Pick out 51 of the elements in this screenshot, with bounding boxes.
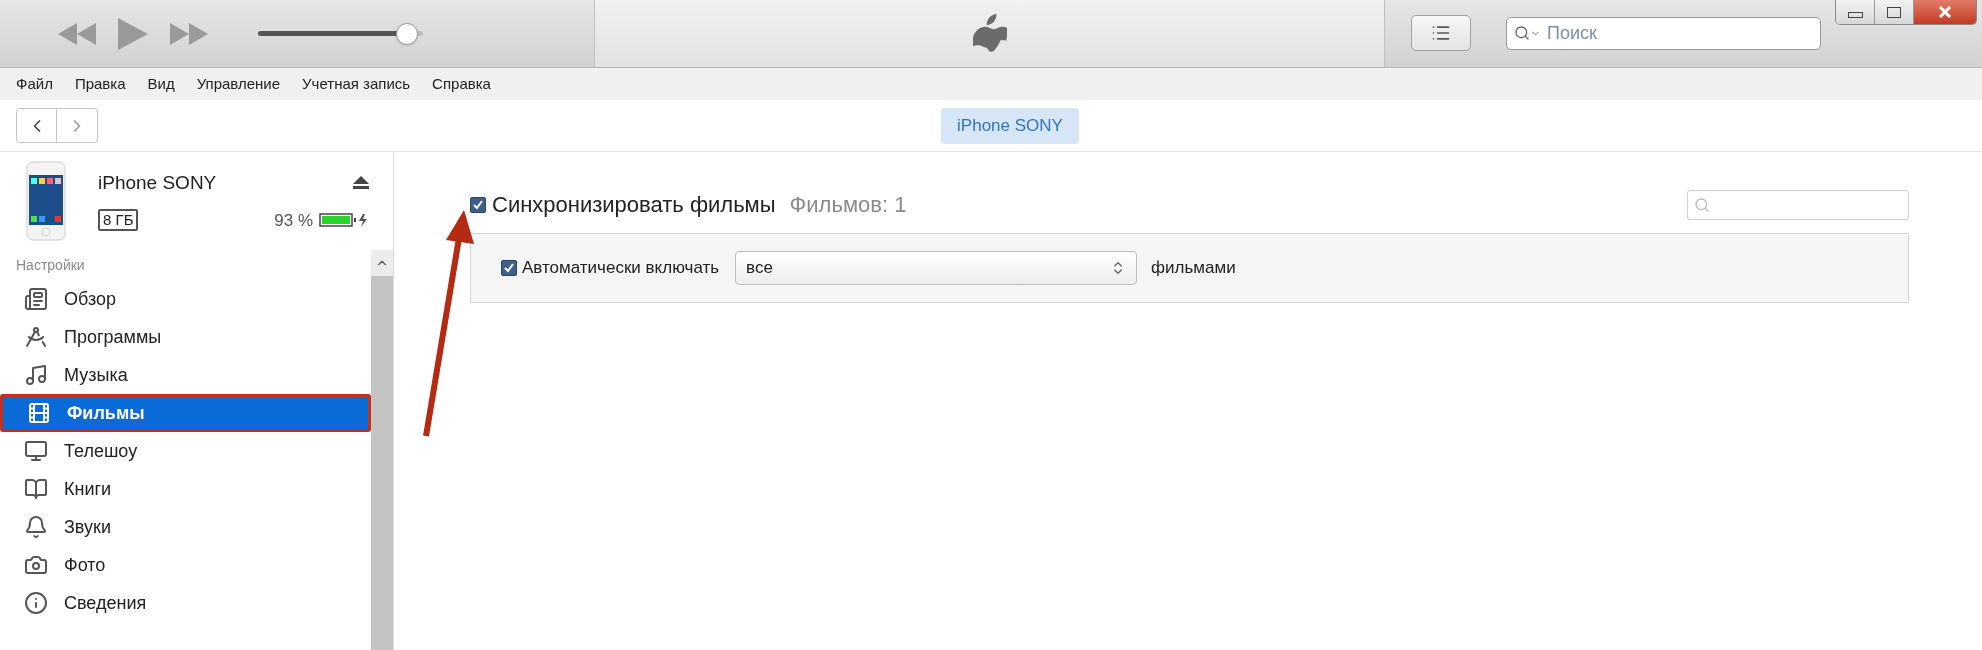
sidebar-item[interactable]: Фильмы <box>0 394 371 432</box>
menu-item[interactable]: Справка <box>432 72 491 96</box>
sidebar-item[interactable]: Звуки <box>0 508 371 546</box>
sync-label[interactable]: Синхронизировать фильмы <box>492 188 776 221</box>
sidebar-item[interactable]: Обзор <box>0 280 371 318</box>
menu-item[interactable]: Правка <box>74 72 126 96</box>
device-name: iPhone SONY <box>98 171 217 195</box>
menu-item[interactable]: Файл <box>16 72 53 96</box>
minimize-button[interactable] <box>1836 0 1875 24</box>
sidebar-item[interactable]: Фото <box>0 546 371 584</box>
sidebar-item[interactable]: Программы <box>0 318 371 356</box>
list-icon <box>24 287 48 311</box>
scrollbar[interactable] <box>371 250 393 650</box>
phone-icon <box>26 161 66 241</box>
search-icon <box>1694 196 1710 213</box>
menu-item[interactable]: Вид <box>147 72 175 96</box>
music-note-icon <box>24 363 48 387</box>
auto-include-label[interactable]: Автоматически включать <box>522 255 720 281</box>
monitor-icon <box>24 439 48 463</box>
sync-checkbox[interactable] <box>470 196 486 213</box>
eject-icon[interactable] <box>353 176 369 191</box>
sidebar-item[interactable]: Телешоу <box>0 432 371 470</box>
sidebar-item[interactable]: Музыка <box>0 356 371 394</box>
film-icon <box>27 401 51 425</box>
device-tab[interactable]: iPhone SONY <box>941 107 1079 144</box>
close-icon <box>1937 6 1953 18</box>
drafting-compass-icon <box>24 325 48 349</box>
menu-item[interactable]: Учетная запись <box>302 72 411 96</box>
movies-dropdown[interactable]: все <box>735 251 1138 285</box>
close-button[interactable] <box>1914 0 1976 24</box>
count-label: Фильмов: 1 <box>789 191 907 219</box>
menu-item[interactable]: Управление <box>196 72 281 96</box>
auto-include-checkbox[interactable] <box>501 260 517 276</box>
info-icon <box>24 591 48 615</box>
list-icon <box>1431 23 1451 43</box>
sidebar-item[interactable]: Сведения <box>0 584 371 622</box>
search-icon <box>1514 25 1530 41</box>
filter-search-field[interactable] <box>1687 189 1909 220</box>
maximize-button[interactable] <box>1875 0 1914 24</box>
apple-logo-icon <box>972 13 1007 54</box>
camera-icon <box>24 553 48 577</box>
section-heading: Настройки <box>15 255 86 275</box>
capacity-label: 8 ГБ <box>98 209 139 232</box>
battery-percent: 93 % <box>274 209 313 232</box>
suffix-label: фильмами <box>1151 257 1236 280</box>
battery-charging-icon <box>319 213 369 228</box>
list-view-button[interactable] <box>1411 15 1471 51</box>
book-icon <box>24 477 48 501</box>
sidebar-item[interactable]: Книги <box>0 470 371 508</box>
bell-icon <box>24 515 48 539</box>
search-field[interactable]: Поиск <box>1506 17 1821 50</box>
